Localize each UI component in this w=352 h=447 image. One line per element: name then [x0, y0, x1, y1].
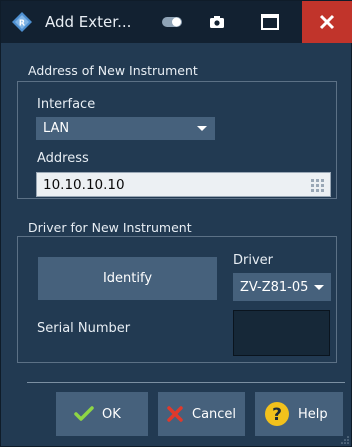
- toggle-icon: [162, 17, 182, 27]
- rs-logo-icon: R: [12, 12, 32, 32]
- add-external-instrument-dialog: R Add Exter... Address of New Instrument…: [0, 0, 352, 447]
- serial-number-field: [233, 310, 330, 356]
- dialog-title: Add Exter...: [45, 13, 132, 31]
- help-button[interactable]: ? Help: [255, 392, 343, 436]
- ok-button[interactable]: OK: [56, 392, 148, 436]
- close-icon: [319, 14, 335, 30]
- address-group-label: Address of New Instrument: [26, 63, 200, 78]
- maximize-icon: [261, 14, 279, 30]
- identify-button[interactable]: Identify: [38, 257, 217, 300]
- resize-grip-icon[interactable]: [341, 436, 349, 444]
- interface-label: Interface: [37, 97, 96, 112]
- ok-label: OK: [102, 406, 121, 422]
- interface-select[interactable]: LAN: [36, 117, 215, 140]
- svg-text:?: ?: [272, 405, 282, 425]
- camera-icon: [210, 16, 224, 28]
- address-value: 10.10.10.10: [43, 176, 125, 193]
- driver-select[interactable]: ZV-Z81-05: [233, 273, 331, 301]
- cancel-button[interactable]: Cancel: [158, 392, 245, 436]
- address-field[interactable]: 10.10.10.10: [36, 172, 331, 197]
- serial-number-label: Serial Number: [37, 321, 131, 336]
- cancel-x-icon: [167, 406, 183, 422]
- cancel-label: Cancel: [192, 406, 237, 422]
- screenshot-button[interactable]: [197, 1, 237, 43]
- help-label: Help: [298, 406, 328, 422]
- address-label: Address: [37, 151, 89, 166]
- svg-text:R: R: [19, 19, 25, 28]
- keypad-icon[interactable]: [311, 179, 324, 192]
- divider: [27, 382, 345, 383]
- driver-value: ZV-Z81-05: [240, 279, 309, 295]
- maximize-button[interactable]: [246, 1, 294, 43]
- interface-value: LAN: [43, 121, 70, 136]
- chevron-down-icon: [197, 126, 207, 131]
- chevron-down-icon: [314, 285, 324, 290]
- close-button[interactable]: [302, 1, 352, 43]
- driver-group-label: Driver for New Instrument: [26, 220, 194, 235]
- driver-label: Driver: [233, 253, 274, 268]
- toggle-button[interactable]: [152, 1, 192, 43]
- title-bar[interactable]: R Add Exter...: [1, 1, 352, 43]
- checkmark-icon: [74, 406, 94, 421]
- help-icon: ?: [265, 402, 289, 426]
